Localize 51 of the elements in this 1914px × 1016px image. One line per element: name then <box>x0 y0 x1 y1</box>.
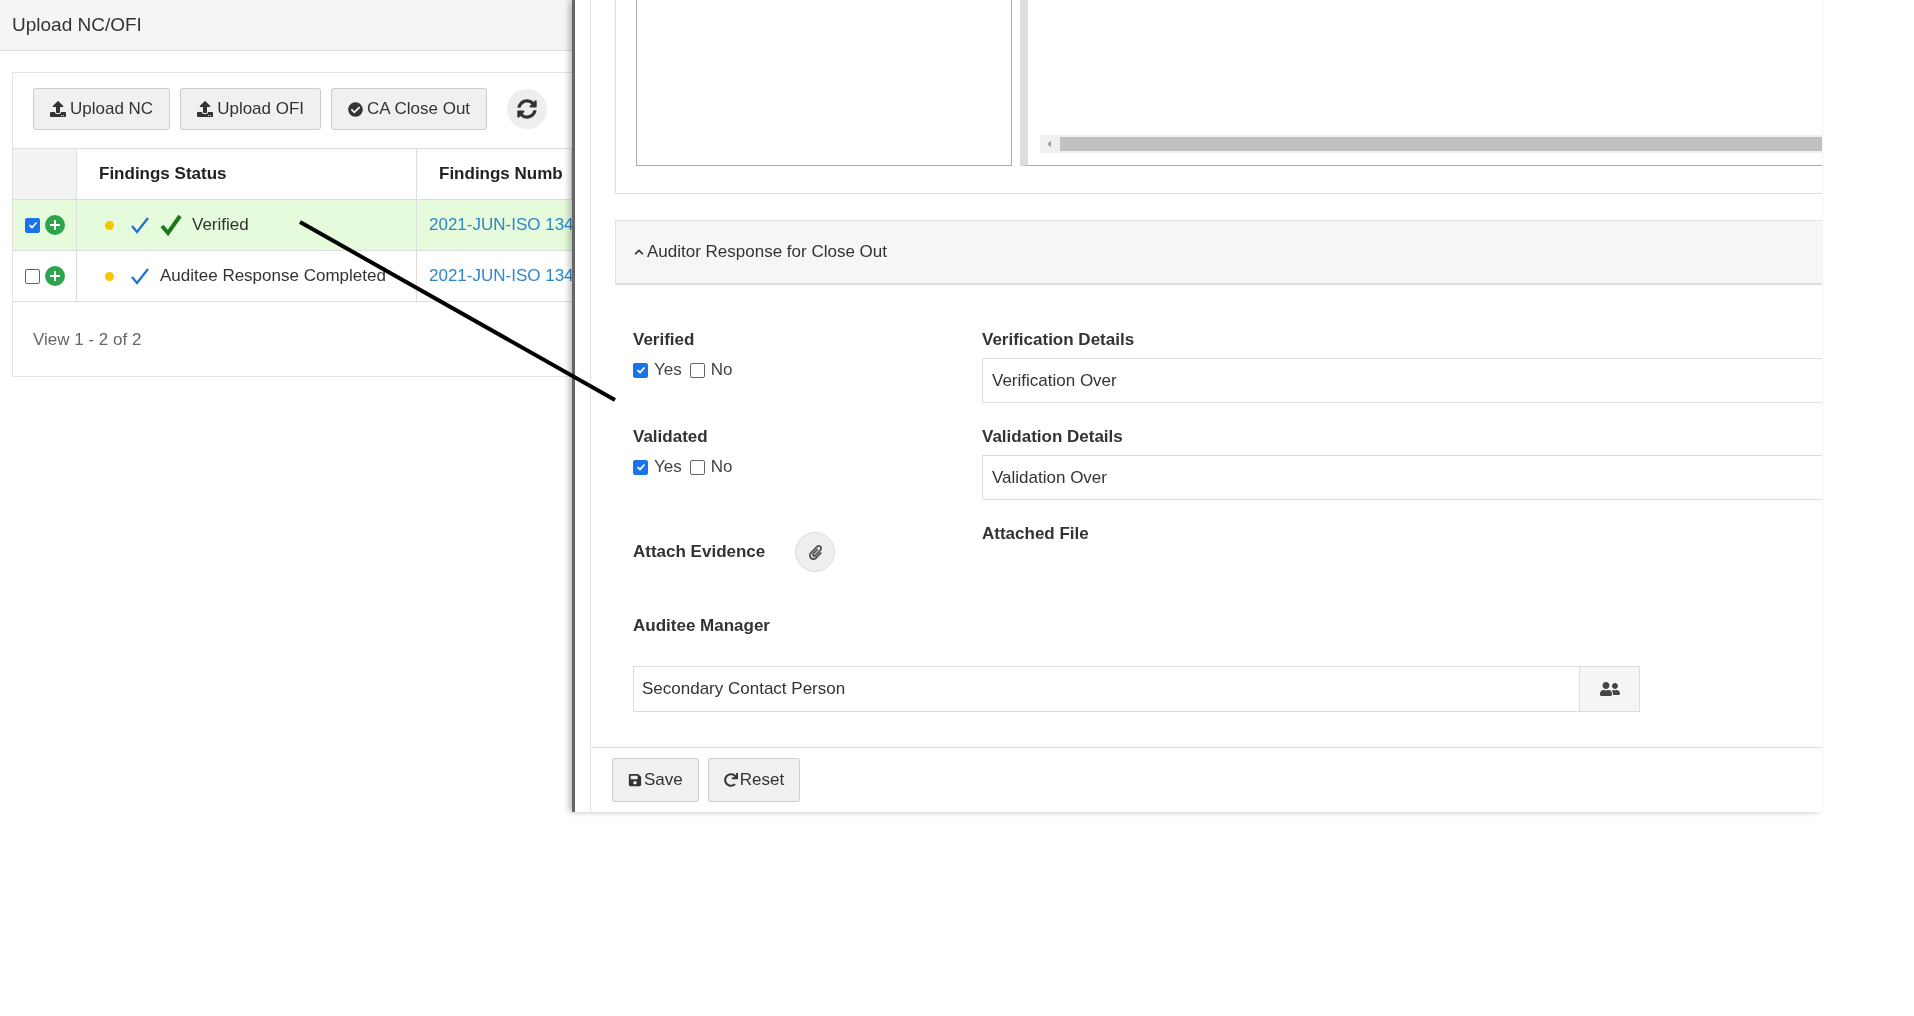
refresh-icon <box>517 99 538 119</box>
option-checkbox[interactable] <box>633 459 648 475</box>
horizontal-scrollbar[interactable] <box>1040 135 1822 153</box>
user-picker-button[interactable] <box>1580 666 1640 712</box>
field-label: Attached File <box>982 524 1090 544</box>
option-checkbox[interactable] <box>689 459 705 475</box>
pager-text: View 1 - 2 of 2 <box>32 329 143 350</box>
field-label: Attach Evidence <box>633 542 766 562</box>
add-icon[interactable] <box>45 215 65 235</box>
option-checkbox[interactable] <box>689 362 705 378</box>
upload-icon <box>50 101 66 117</box>
option-label: Yes <box>654 360 682 380</box>
option-label: No <box>710 360 733 380</box>
check-icon <box>130 266 150 286</box>
add-icon[interactable] <box>45 266 65 286</box>
action-button[interactable]: Save <box>612 758 699 802</box>
field-label: Verified <box>633 330 696 350</box>
status-text: Auditee Response Completed <box>160 266 386 286</box>
field-label: Auditee Manager <box>633 616 771 636</box>
checkmark-icon <box>635 365 646 375</box>
toolbar-button[interactable]: CA Close Out <box>331 88 488 130</box>
upload-icon <box>197 101 214 117</box>
paperclip-icon <box>807 544 823 560</box>
refresh-button[interactable] <box>507 89 548 129</box>
check-icon <box>130 215 150 235</box>
option-label: No <box>710 457 733 477</box>
attach-button[interactable] <box>795 532 836 572</box>
chevron-up-icon <box>634 247 644 257</box>
save-icon <box>628 773 642 787</box>
details-field[interactable]: Verification Over <box>982 358 1822 403</box>
option-checkbox[interactable] <box>633 362 648 378</box>
field-label: Verification Details <box>982 330 1136 350</box>
details-field[interactable]: Validation Over <box>982 455 1822 500</box>
page-title: Upload NC/OFI <box>0 0 572 51</box>
row-checkbox[interactable] <box>25 268 40 284</box>
field-label: Validation Details <box>982 427 1124 447</box>
status-text: Verified <box>192 215 249 235</box>
action-button[interactable]: Reset <box>707 758 801 802</box>
users-icon <box>1599 679 1620 699</box>
reset-icon <box>723 773 738 787</box>
status-dot <box>105 220 114 230</box>
section-header[interactable]: Auditor Response for Close Out <box>615 220 1822 285</box>
option-label: Yes <box>654 457 682 477</box>
toolbar-button[interactable]: Upload NC <box>33 88 171 130</box>
manager-field[interactable]: Secondary Contact Person <box>633 666 1580 712</box>
row-checkbox[interactable] <box>25 217 40 233</box>
checkmark-icon <box>27 220 38 230</box>
toolbar-button[interactable]: Upload OFI <box>180 88 322 130</box>
checkmark-icon <box>635 462 646 472</box>
field-label: Validated <box>633 427 709 447</box>
status-dot <box>105 271 114 281</box>
